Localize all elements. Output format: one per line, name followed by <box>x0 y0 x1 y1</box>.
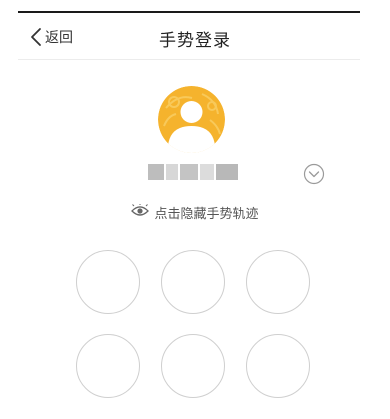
mask-block <box>200 164 214 180</box>
nav-header: 返回 手势登录 <box>0 13 390 61</box>
gesture-dot-5[interactable] <box>161 334 225 398</box>
gesture-dot-1[interactable] <box>76 250 140 314</box>
gesture-dot-2[interactable] <box>161 250 225 314</box>
hide-trail-toggle[interactable]: 点击隐藏手势轨迹 <box>0 203 390 222</box>
avatar <box>158 86 225 153</box>
chevron-down-circle-icon <box>303 163 325 185</box>
gesture-dot-3[interactable] <box>246 250 310 314</box>
eye-icon <box>131 203 150 222</box>
gesture-dot-4[interactable] <box>76 334 140 398</box>
header-divider <box>18 59 360 60</box>
mask-block <box>166 164 178 180</box>
mask-block <box>216 164 238 180</box>
switch-account-button[interactable] <box>303 163 325 185</box>
mask-block <box>180 164 198 180</box>
page-title: 手势登录 <box>159 31 231 51</box>
user-avatar-icon <box>158 86 225 153</box>
mask-block <box>148 164 164 180</box>
gesture-dot-6[interactable] <box>246 334 310 398</box>
hide-trail-label: 点击隐藏手势轨迹 <box>154 207 259 222</box>
account-name-masked <box>148 164 238 180</box>
